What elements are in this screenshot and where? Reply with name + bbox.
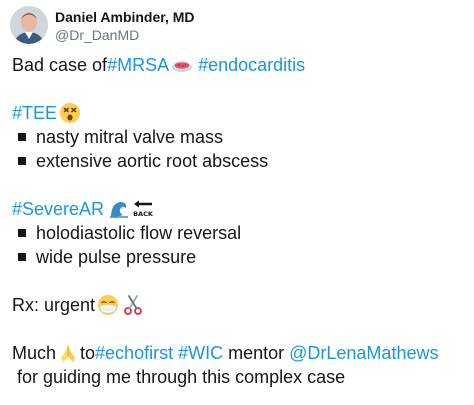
- tweet-line-severe-ar: #SevereAR BACK: [12, 197, 468, 221]
- author-display-name[interactable]: Daniel Ambinder, MD: [55, 9, 195, 26]
- folded-hands-icon: [57, 342, 79, 364]
- tweet-line-rx: Rx: urgent: [12, 293, 468, 317]
- water-wave-icon: [108, 198, 130, 220]
- ar-bullet-1: holodiastolic flow reversal: [12, 221, 468, 245]
- text-mentor: mentor: [223, 343, 290, 363]
- tweet: Daniel Ambinder, MD @Dr_DanMD Bad case o…: [0, 0, 474, 405]
- ar-bullet-text: wide pulse pressure: [36, 247, 197, 267]
- text-bad-case: Bad case of: [12, 55, 108, 75]
- hashtag-echofirst[interactable]: #echofirst: [95, 341, 173, 365]
- scissors-icon: [122, 294, 144, 316]
- mention-drlenamathews[interactable]: @DrLenaMathews: [289, 341, 438, 365]
- author-handle[interactable]: @Dr_DanMD: [55, 27, 195, 44]
- medical-mask-face-icon: [97, 294, 119, 316]
- tweet-line-1: Bad case of #MRSA #endocarditis: [12, 53, 468, 77]
- tweet-line-tee: #TEE: [12, 101, 468, 125]
- avatar[interactable]: [10, 6, 48, 44]
- avatar-photo-icon: [10, 6, 48, 44]
- hashtag-severear[interactable]: #SevereAR: [12, 197, 104, 221]
- text-much: Much: [12, 343, 57, 363]
- tweet-text: Bad case of #MRSA #endocarditis #TEE nas…: [12, 53, 468, 389]
- bullet-icon: [18, 229, 26, 237]
- ar-bullet-text: holodiastolic flow reversal: [36, 223, 242, 243]
- tee-bullet-2: extensive aortic root abscess: [12, 149, 468, 173]
- rx-text: Rx: urgent: [12, 295, 96, 315]
- ar-bullet-2: wide pulse pressure: [12, 245, 468, 269]
- tee-bullet-1: nasty mitral valve mass: [12, 125, 468, 149]
- hashtag-mrsa[interactable]: #MRSA: [107, 53, 169, 77]
- bullet-icon: [18, 157, 26, 165]
- bullet-icon: [18, 253, 26, 261]
- bullet-icon: [18, 133, 26, 141]
- svg-text:BACK: BACK: [133, 210, 154, 218]
- petri-dish-icon: [171, 54, 193, 76]
- tee-bullet-text: nasty mitral valve mass: [36, 127, 224, 147]
- tweet-line-closing: for guiding me through this complex case: [12, 365, 468, 389]
- hashtag-endocarditis[interactable]: #endocarditis: [198, 53, 305, 77]
- dizzy-face-icon: [59, 102, 81, 124]
- author-block: Daniel Ambinder, MD @Dr_DanMD: [55, 9, 195, 44]
- hashtag-tee[interactable]: #TEE: [12, 101, 57, 125]
- back-arrow-icon: BACK: [132, 198, 154, 220]
- tee-bullet-text: extensive aortic root abscess: [36, 151, 269, 171]
- text-closing: for guiding me through this complex case: [12, 367, 346, 387]
- tweet-line-much: Much to #echofirst #WIC mentor @DrLenaMa…: [12, 341, 468, 365]
- hashtag-wic[interactable]: #WIC: [178, 341, 223, 365]
- text-to: to: [80, 343, 96, 363]
